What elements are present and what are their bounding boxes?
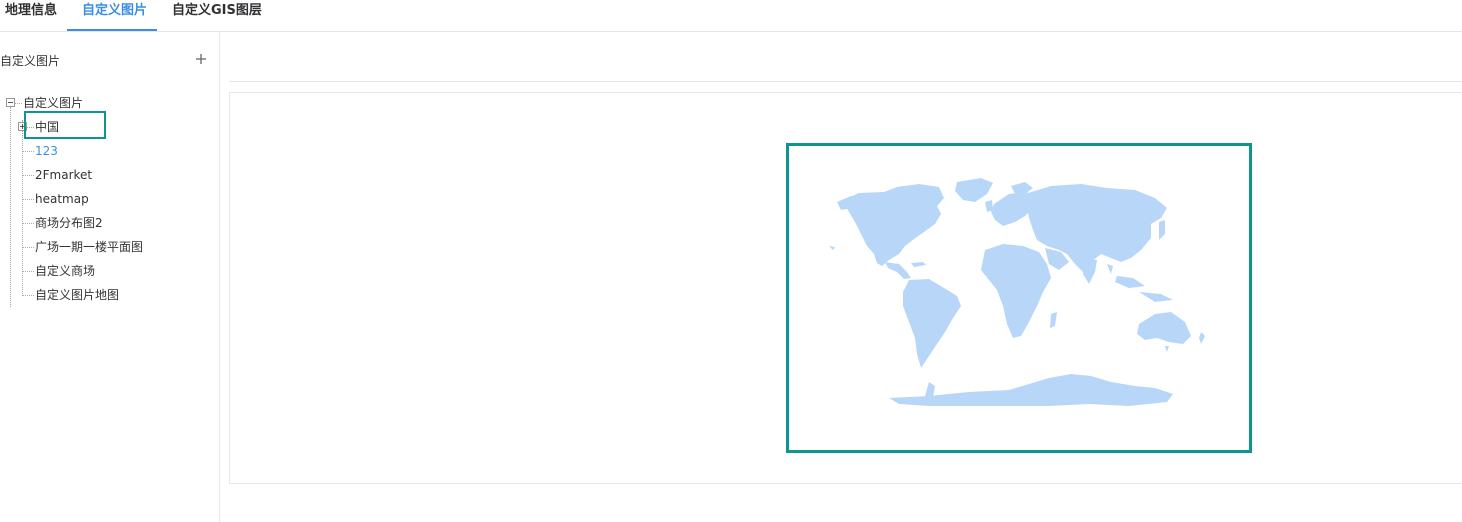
tree-node-plaza-floorplan[interactable]: 广场一期一楼平面图	[35, 240, 143, 254]
world-map-image[interactable]	[786, 143, 1252, 453]
tree-connector	[10, 107, 11, 307]
tree-node-2fmarket[interactable]: 2Fmarket	[35, 168, 92, 182]
tree-node-custom-image-map[interactable]: 自定义图片地图	[35, 288, 119, 302]
selection-highlight	[24, 111, 106, 139]
collapse-icon[interactable]	[6, 98, 15, 107]
tree-node-custom-mall[interactable]: 自定义商场	[35, 264, 95, 278]
toolbar-divider	[229, 81, 1462, 82]
tree-connector	[23, 295, 34, 296]
tree-connector	[23, 247, 34, 248]
tab-bar: 地理信息 自定义图片 自定义GIS图层	[0, 0, 1462, 32]
tree-connector	[22, 120, 23, 296]
tree-connector	[23, 271, 34, 272]
tree-connector	[23, 175, 34, 176]
tree-connector	[23, 199, 34, 200]
tree-connector	[23, 151, 34, 152]
tree-node-heatmap[interactable]: heatmap	[35, 192, 89, 206]
image-tree: 自定义图片 中国 123 2Fmarket heatmap 商场分布图2 广场一…	[0, 0, 219, 490]
tree-connector	[15, 103, 22, 104]
tree-connector	[23, 223, 34, 224]
world-map-svg	[829, 178, 1205, 406]
tree-node-123[interactable]: 123	[35, 144, 58, 158]
tree-node-mall-distribution[interactable]: 商场分布图2	[35, 216, 103, 230]
tree-node-root[interactable]: 自定义图片	[23, 96, 83, 110]
